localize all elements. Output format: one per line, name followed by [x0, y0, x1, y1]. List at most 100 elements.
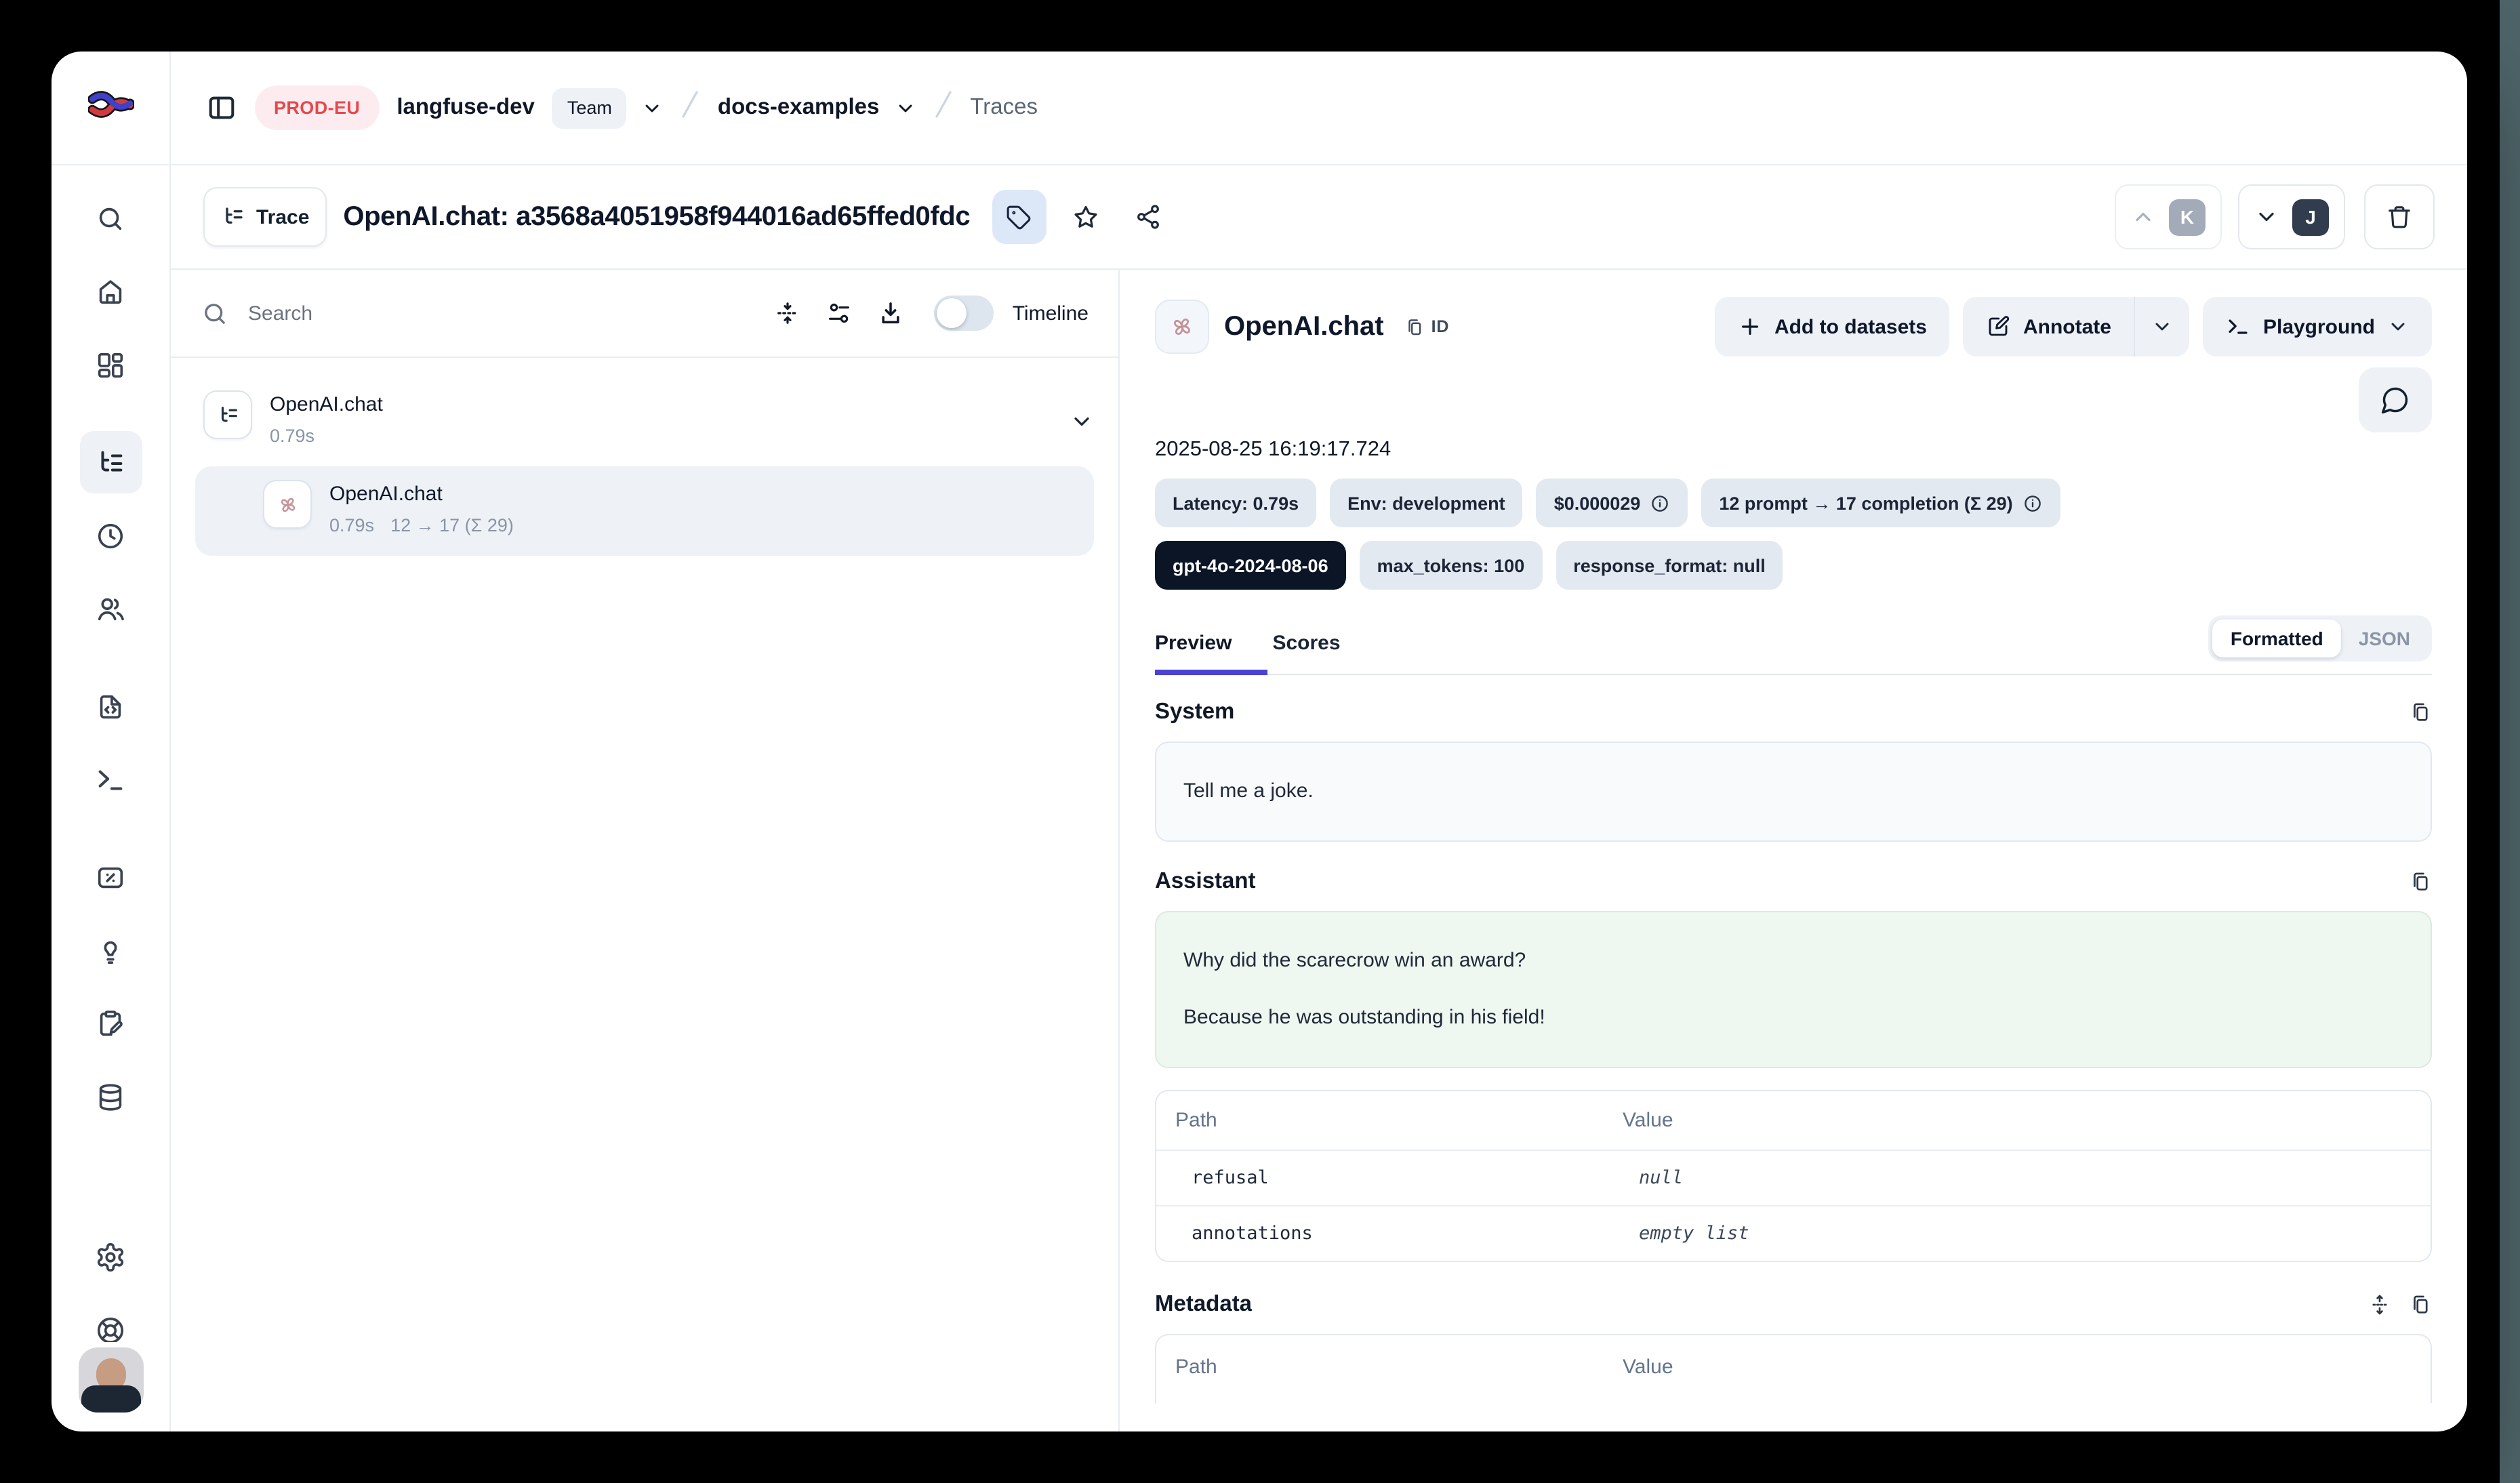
logo-cell [52, 52, 171, 165]
playground-button[interactable]: Playground [2203, 297, 2432, 357]
root-chevron-down-icon[interactable] [1070, 409, 1094, 434]
dashboard-icon[interactable] [79, 333, 142, 396]
model-badges: gpt-4o-2024-08-06 max_tokens: 100 respon… [1155, 541, 2432, 590]
annotate-dropdown-button[interactable] [2134, 297, 2190, 357]
message-bubble-icon [2380, 385, 2410, 415]
token-usage-badge[interactable]: 12 prompt → 17 completion (Σ 29) [1701, 479, 2060, 527]
column-path: Path [1175, 1109, 1623, 1132]
support-lifebuoy-icon[interactable] [79, 1299, 142, 1342]
trace-tree-panel: Timeline OpenAI.chat 0.79s [171, 270, 1120, 1431]
breadcrumb-section[interactable]: Traces [970, 95, 1038, 121]
breadcrumb-divider [681, 88, 700, 127]
column-value: Value [1623, 1356, 1673, 1379]
playground-terminal-icon[interactable] [79, 748, 142, 811]
breadcrumb-divider [933, 88, 952, 127]
datasets-database-icon[interactable] [79, 1065, 142, 1128]
collapse-all-icon[interactable] [774, 300, 801, 327]
metadata-table: Path Value [1155, 1334, 2432, 1403]
comments-button[interactable] [2359, 367, 2432, 432]
openai-icon [263, 480, 312, 529]
table-row[interactable]: annotations empty list [1156, 1205, 2431, 1261]
cost-badge[interactable]: $0.000029 [1537, 479, 1688, 527]
detail-actions: Add to datasets Annotate [1715, 297, 2432, 357]
insights-lightbulb-icon[interactable] [79, 919, 142, 981]
tag-icon[interactable] [992, 190, 1046, 244]
prev-trace-button[interactable]: K [2115, 184, 2222, 249]
assistant-section-header: Assistant [1155, 869, 2432, 895]
column-path: Path [1175, 1356, 1623, 1379]
model-badge[interactable]: gpt-4o-2024-08-06 [1155, 541, 1346, 590]
assistant-heading: Assistant [1155, 869, 1256, 895]
tab-scores[interactable]: Scores [1272, 611, 1340, 674]
org-chevron-down-icon[interactable] [642, 97, 664, 119]
child-node-duration: 0.79s [329, 515, 374, 535]
expand-vertical-icon[interactable] [2368, 1293, 2391, 1316]
add-to-datasets-button[interactable]: Add to datasets [1715, 297, 1950, 357]
format-json-option[interactable]: JSON [2341, 619, 2428, 657]
copy-icon[interactable] [2409, 701, 2432, 724]
child-node-tokens: 12 → 17 (Σ 29) [390, 515, 514, 535]
table-row[interactable]: refusal null [1156, 1150, 2431, 1205]
root-node-name: OpenAI.chat [270, 390, 383, 420]
copy-icon[interactable] [2409, 1293, 2432, 1316]
copy-id-button[interactable]: ID [1404, 317, 1450, 337]
tree-settings-sliders-icon[interactable] [826, 300, 853, 327]
copy-icon[interactable] [2409, 870, 2432, 893]
sidebar-toggle-icon[interactable] [206, 92, 237, 123]
search-nav-icon[interactable] [79, 187, 142, 249]
prompts-file-code-icon[interactable] [79, 675, 142, 737]
system-message-box: Tell me a joke. [1155, 742, 2432, 842]
copy-icon [1404, 317, 1425, 337]
chevron-down-icon [2387, 316, 2409, 338]
env-badge: Env: development [1330, 479, 1523, 527]
langfuse-logo-icon[interactable] [87, 88, 134, 127]
settings-gear-icon[interactable] [79, 1225, 142, 1288]
child-node-name: OpenAI.chat [329, 480, 514, 510]
share-icon[interactable] [1124, 194, 1171, 240]
tracing-icon[interactable] [79, 431, 142, 493]
trace-title-bar: Trace OpenAI.chat: a3568a4051958f944016a… [171, 165, 2467, 270]
breadcrumb-org[interactable]: langfuse-dev [397, 95, 535, 121]
assistant-message-line2: Because he was outstanding in his field! [1183, 1004, 2403, 1032]
sessions-clock-icon[interactable] [79, 504, 142, 567]
delete-trace-button[interactable] [2364, 184, 2435, 249]
screenshot-stage: PROD-EU langfuse-dev Team docs-examples … [0, 0, 2520, 1483]
home-icon[interactable] [79, 260, 142, 323]
search-icon [201, 299, 229, 327]
users-icon[interactable] [79, 577, 142, 640]
trace-tree: OpenAI.chat 0.79s [171, 358, 1118, 1431]
format-formatted-option[interactable]: Formatted [2213, 619, 2341, 657]
desktop-edge [2500, 0, 2520, 1483]
system-message-text: Tell me a joke. [1183, 779, 1314, 803]
plus-icon [1738, 314, 1762, 339]
search-input[interactable] [245, 300, 750, 326]
environment-badge[interactable]: PROD-EU [255, 85, 379, 130]
evaluation-percent-icon[interactable] [79, 846, 142, 908]
tab-preview[interactable]: Preview [1155, 611, 1232, 674]
project-chevron-down-icon[interactable] [894, 97, 916, 119]
support-lifebuoy-clip [79, 1299, 142, 1342]
main-area: Trace OpenAI.chat: a3568a4051958f944016a… [171, 165, 2467, 1431]
max-tokens-badge: max_tokens: 100 [1360, 541, 1543, 590]
timeline-toggle[interactable] [934, 296, 994, 331]
tree-search-row: Timeline [171, 270, 1118, 358]
app-window: PROD-EU langfuse-dev Team docs-examples … [52, 52, 2467, 1431]
response-format-badge: response_format: null [1556, 541, 1783, 590]
trace-tree-icon [203, 390, 252, 439]
tree-node-root[interactable]: OpenAI.chat 0.79s [195, 390, 1094, 450]
observation-detail-panel: OpenAI.chat ID Add to datasets [1120, 270, 2467, 1431]
pen-square-icon [1987, 314, 2011, 339]
download-icon[interactable] [877, 300, 904, 327]
user-avatar[interactable] [78, 1347, 143, 1413]
system-heading: System [1155, 699, 1234, 725]
assistant-message-line1: Why did the scarecrow win an award? [1183, 948, 2403, 975]
tree-node-generation[interactable]: OpenAI.chat 0.79s 12 → 17 (Σ 29) [195, 466, 1094, 556]
annotate-button[interactable]: Annotate [1964, 297, 2134, 357]
next-key-kbd: J [2292, 199, 2329, 235]
annotation-clipboard-pen-icon[interactable] [79, 992, 142, 1055]
format-toggle: Formatted JSON [2209, 615, 2432, 662]
breadcrumb-project[interactable]: docs-examples [718, 95, 879, 121]
latency-badge: Latency: 0.79s [1155, 479, 1316, 527]
next-trace-button[interactable]: J [2238, 184, 2345, 249]
star-icon[interactable] [1062, 194, 1108, 240]
